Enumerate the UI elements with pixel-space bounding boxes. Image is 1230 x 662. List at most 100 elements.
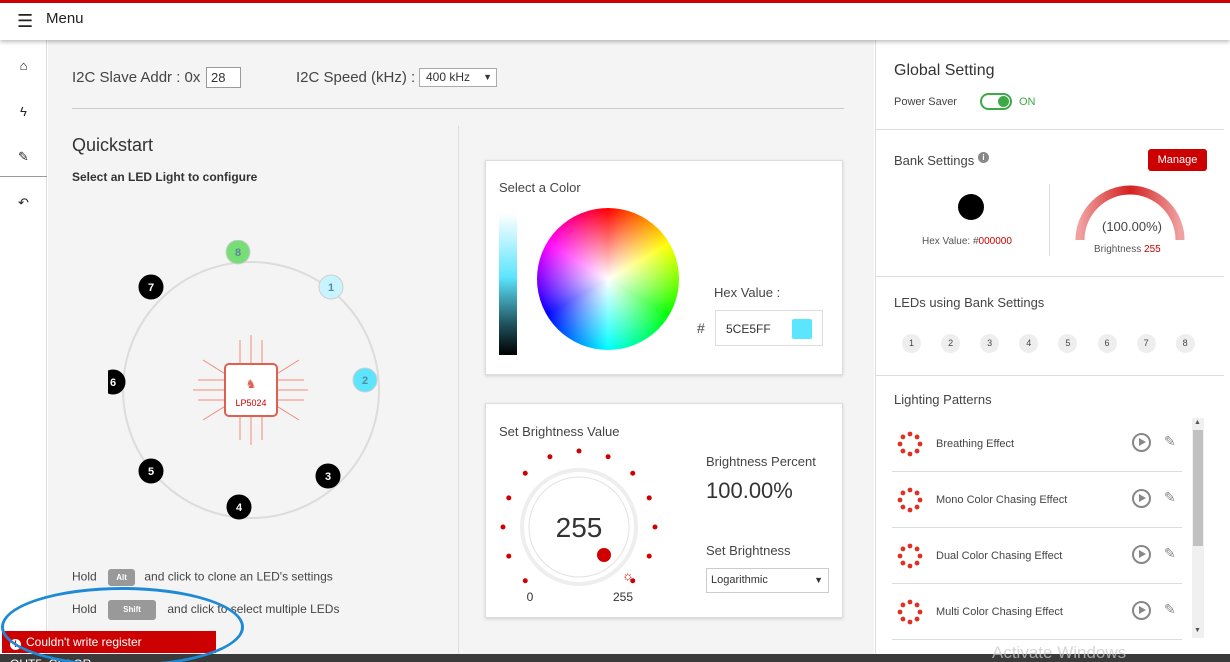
brightness-min-label: 0 xyxy=(527,590,534,604)
pattern-label: Multi Color Chasing Effect xyxy=(936,606,1063,618)
brightness-value: 255 xyxy=(556,512,603,543)
patterns-scrollbar[interactable]: ▲ ▼ xyxy=(1192,418,1204,638)
set-brightness-label: Set Brightness xyxy=(706,543,791,558)
led-node-8[interactable]: 8 xyxy=(225,240,251,265)
tick-dot xyxy=(547,454,553,460)
pattern-row[interactable]: Multi Color Chasing Effect ✎ xyxy=(892,584,1182,640)
menu-label[interactable]: Menu xyxy=(46,10,84,27)
led-node-4[interactable]: 4 xyxy=(226,494,252,520)
ti-logo-icon: ♞ xyxy=(246,377,257,391)
top-bar: ☰ Menu xyxy=(0,0,1230,40)
activate-windows-watermark: Activate Windows xyxy=(992,643,1127,662)
brightness-percent-label: Brightness Percent xyxy=(706,454,816,469)
led-node-7[interactable]: 7 xyxy=(138,274,164,300)
sidebar-divider xyxy=(0,176,47,177)
alt-key-badge: Alt xyxy=(108,569,136,586)
hex-value-text: 5CE5FF xyxy=(726,322,771,336)
main-panel: I2C Slave Addr : 0x 28 I2C Speed (kHz) :… xyxy=(48,40,874,654)
pencil-icon[interactable]: ✎ xyxy=(0,137,47,177)
hamburger-menu-icon[interactable]: ☰ xyxy=(17,11,33,32)
i2c-speed-select[interactable]: 400 kHz ▼ xyxy=(419,68,497,87)
brightness-max-label: 255 xyxy=(613,590,633,604)
tick-dot xyxy=(646,553,652,559)
tick-dot xyxy=(522,470,528,476)
scroll-down-arrow-icon[interactable]: ▼ xyxy=(1194,627,1201,634)
quickstart-subtitle: Select an LED Light to configure xyxy=(72,170,258,184)
color-wheel[interactable] xyxy=(537,208,679,350)
led-node-1[interactable]: 1 xyxy=(318,274,344,300)
column-divider xyxy=(458,126,459,654)
led-ring-pattern-icon xyxy=(897,487,923,513)
scroll-thumb[interactable] xyxy=(1193,430,1203,546)
bank-settings-title: Bank Settings xyxy=(894,153,975,168)
manage-button[interactable]: Manage xyxy=(1148,149,1207,171)
bank-hex-text: 000000 xyxy=(978,236,1012,247)
lightness-slider[interactable] xyxy=(499,213,517,355)
pattern-label: Breathing Effect xyxy=(936,438,1015,450)
i2c-speed-label: I2C Speed (kHz) : xyxy=(296,69,416,86)
bank-led-5[interactable]: 5 xyxy=(1058,334,1078,353)
brightness-mode-select[interactable]: Logarithmic ▼ xyxy=(706,568,829,593)
hint-shift: Hold Shift and click to select multiple … xyxy=(72,600,339,620)
pattern-row[interactable]: Dual Color Chasing Effect ✎ xyxy=(892,528,1182,584)
pattern-label: Dual Color Chasing Effect xyxy=(936,550,1063,562)
edit-pencil-icon[interactable]: ✎ xyxy=(1164,489,1176,506)
tick-dot xyxy=(576,448,582,454)
gauge-brightness: Brightness 255 xyxy=(1094,244,1161,255)
pattern-row[interactable]: Mono Color Chasing Effect ✎ xyxy=(892,472,1182,528)
tick-dot xyxy=(506,495,512,501)
bank-led-6[interactable]: 6 xyxy=(1097,334,1117,353)
chip-label: LP5024 xyxy=(235,398,266,408)
gauge-brightness-value: 255 xyxy=(1144,244,1161,255)
info-icon[interactable]: i xyxy=(978,152,989,163)
brightness-card-title: Set Brightness Value xyxy=(499,424,620,439)
tick-dot xyxy=(506,553,512,559)
bank-hex-value: Hex Value: #000000 xyxy=(922,236,1012,247)
play-icon[interactable] xyxy=(1132,489,1151,508)
bank-divider xyxy=(1049,184,1050,256)
scroll-up-arrow-icon[interactable]: ▲ xyxy=(1194,419,1201,426)
tick-dot xyxy=(652,524,658,530)
bank-led-7[interactable]: 7 xyxy=(1136,334,1156,353)
hint-shift-prefix: Hold xyxy=(72,602,97,617)
brightness-mode-value: Logarithmic xyxy=(711,574,768,586)
brightness-knob[interactable]: 255 ☼ 0 255 xyxy=(496,444,671,614)
pattern-label: Mono Color Chasing Effect xyxy=(936,494,1068,506)
play-icon[interactable] xyxy=(1132,545,1151,564)
play-icon[interactable] xyxy=(1132,601,1151,620)
bank-led-4[interactable]: 4 xyxy=(1019,334,1039,353)
power-saver-label: Power Saver xyxy=(894,96,957,108)
undo-icon[interactable]: ↶ xyxy=(0,183,47,223)
edit-pencil-icon[interactable]: ✎ xyxy=(1164,433,1176,450)
bank-led-8[interactable]: 8 xyxy=(1175,334,1195,353)
tick-dot xyxy=(646,495,652,501)
panel-divider xyxy=(876,375,1224,376)
hex-hash: # xyxy=(697,320,705,336)
panel-divider xyxy=(876,276,1224,277)
panel-divider xyxy=(876,129,1224,130)
led-number: 1 xyxy=(328,282,334,294)
gauge-percent: (100.00%) xyxy=(1102,219,1162,234)
bank-led-3[interactable]: 3 xyxy=(980,334,1000,353)
led-number: 8 xyxy=(235,247,241,259)
led-node-3[interactable]: 3 xyxy=(315,463,341,489)
led-node-2[interactable]: 2 xyxy=(352,367,378,393)
bank-led-1[interactable]: 1 xyxy=(902,334,921,353)
pattern-row[interactable]: Breathing Effect ✎ xyxy=(892,416,1182,472)
brightness-card: Set Brightness Value 255 ☼ 0 255 Brightn… xyxy=(485,403,843,618)
power-saver-toggle[interactable] xyxy=(980,93,1012,110)
error-toast[interactable]: !Couldn't write register OUT5_COLOR xyxy=(2,631,216,662)
led-number: 5 xyxy=(148,466,154,478)
led-node-5[interactable]: 5 xyxy=(138,458,164,484)
quickstart-title: Quickstart xyxy=(72,135,154,155)
hex-value-input[interactable]: 5CE5FF xyxy=(715,310,823,346)
tick-dot xyxy=(630,470,636,476)
home-icon[interactable]: ⌂ xyxy=(0,46,47,86)
lighting-patterns-title: Lighting Patterns xyxy=(894,392,992,407)
edit-pencil-icon[interactable]: ✎ xyxy=(1164,545,1176,562)
bank-led-2[interactable]: 2 xyxy=(941,334,961,353)
edit-pencil-icon[interactable]: ✎ xyxy=(1164,601,1176,618)
play-icon[interactable] xyxy=(1132,433,1151,452)
slave-addr-input[interactable]: 28 xyxy=(206,67,241,88)
lightning-icon[interactable]: ϟ xyxy=(0,92,47,132)
